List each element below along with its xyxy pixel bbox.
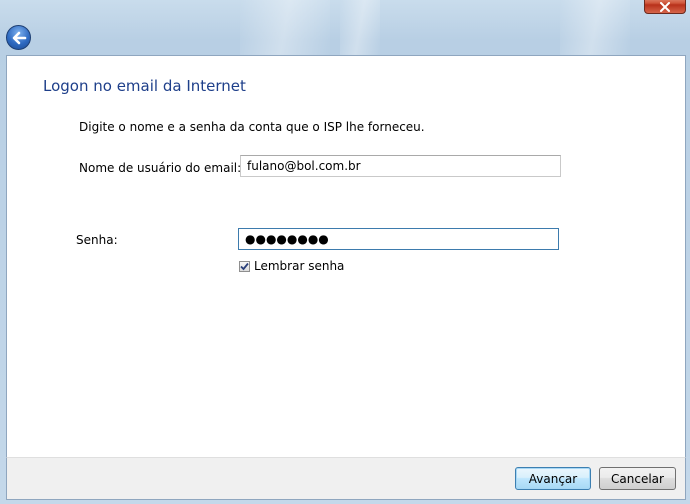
content-panel: Logon no email da Internet Digite o nome… — [6, 55, 686, 458]
dialog-footer: Avançar Cancelar — [6, 457, 686, 500]
close-icon — [660, 1, 670, 12]
next-button[interactable]: Avançar — [515, 467, 591, 490]
remember-password-checkbox[interactable] — [239, 261, 250, 272]
instruction-text: Digite o nome e a senha da conta que o I… — [79, 120, 425, 134]
back-button[interactable] — [6, 25, 31, 50]
checkmark-icon — [240, 262, 249, 271]
username-label: Nome de usuário do email: — [79, 161, 242, 175]
cancel-button[interactable]: Cancelar — [599, 467, 676, 490]
remember-password-row[interactable]: Lembrar senha — [239, 259, 344, 273]
password-input[interactable]: ●●●●●●●● — [238, 228, 559, 250]
remember-password-label: Lembrar senha — [254, 259, 345, 273]
username-input[interactable]: fulano@bol.com.br — [240, 155, 561, 177]
glass-reflection — [340, 0, 380, 56]
close-button[interactable] — [644, 0, 686, 14]
dialog-window: Logon no email da Internet Digite o nome… — [0, 0, 690, 504]
password-label: Senha: — [76, 233, 118, 247]
page-title: Logon no email da Internet — [43, 77, 246, 95]
back-arrow-icon — [12, 31, 26, 44]
glass-reflection — [560, 0, 630, 56]
password-mask: ●●●●●●●● — [245, 232, 329, 246]
glass-reflection — [240, 0, 330, 56]
